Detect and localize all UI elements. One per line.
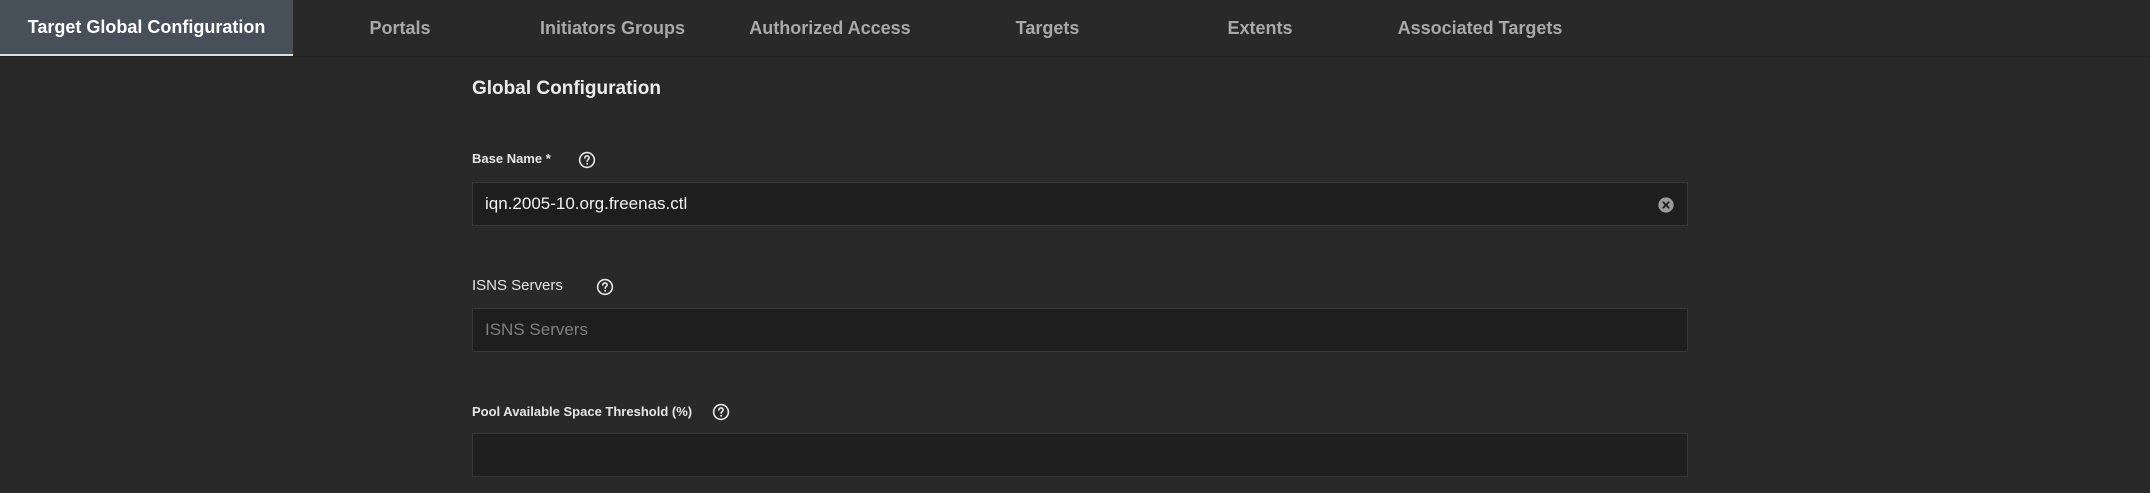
tab-portals[interactable]: Portals — [330, 0, 470, 56]
isns-servers-input[interactable] — [473, 309, 1687, 351]
base-name-help-icon[interactable] — [578, 151, 596, 169]
tab-authorized-access[interactable]: Authorized Access — [735, 0, 925, 56]
section-title: Global Configuration — [472, 78, 661, 99]
pool-threshold-field — [472, 433, 1688, 477]
tab-extents[interactable]: Extents — [1195, 0, 1325, 56]
pool-threshold-input[interactable] — [473, 434, 1687, 476]
base-name-input[interactable] — [473, 183, 1687, 225]
tab-initiators-groups[interactable]: Initiators Groups — [520, 0, 705, 56]
base-name-field — [472, 182, 1688, 226]
isns-servers-label: ISNS Servers — [472, 277, 563, 294]
tab-targets[interactable]: Targets — [980, 0, 1115, 56]
tab-bar: Target Global Configuration Portals Init… — [0, 0, 2150, 57]
tab-target-global-configuration[interactable]: Target Global Configuration — [0, 0, 293, 56]
clear-circle-icon[interactable] — [1657, 196, 1675, 214]
base-name-label: Base Name * — [472, 151, 551, 166]
tab-associated-targets[interactable]: Associated Targets — [1385, 0, 1575, 56]
isns-servers-field — [472, 308, 1688, 352]
iscsi-settings-page: Target Global Configuration Portals Init… — [0, 0, 2150, 493]
pool-threshold-help-icon[interactable] — [712, 403, 730, 421]
isns-servers-help-icon[interactable] — [596, 278, 614, 296]
pool-threshold-label: Pool Available Space Threshold (%) — [472, 404, 693, 419]
